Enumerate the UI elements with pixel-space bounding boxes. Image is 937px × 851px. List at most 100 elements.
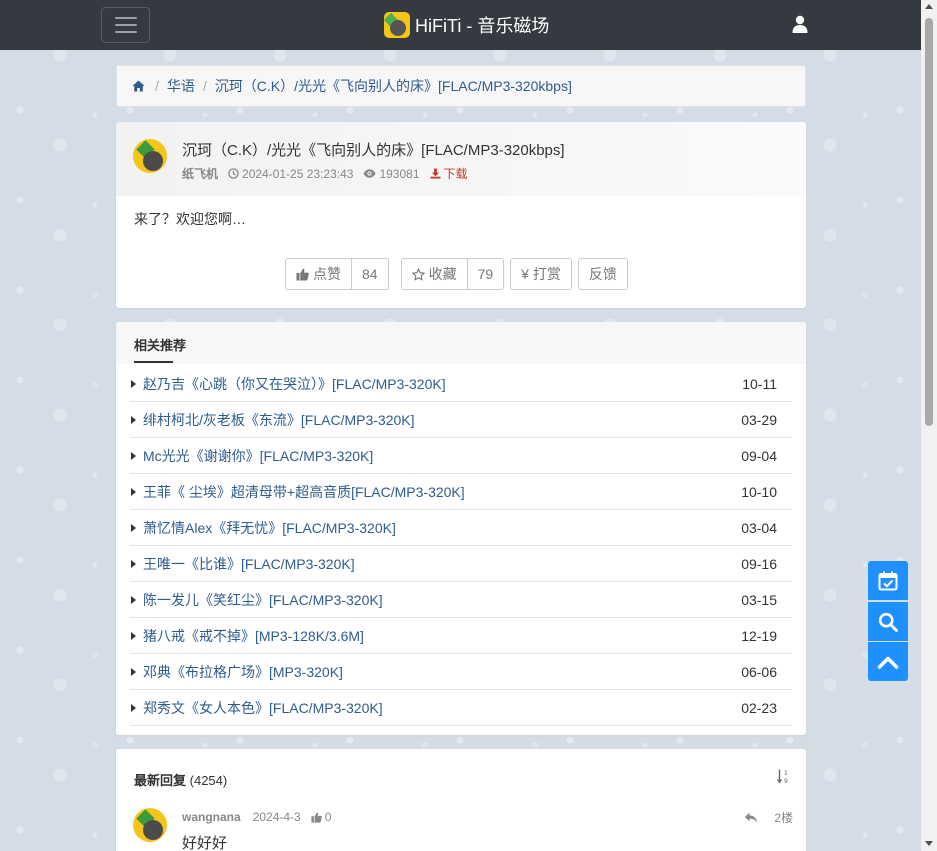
caret-right-icon [131, 487, 136, 496]
thread-title: 沉珂（C.K）/光光《飞向别人的床》[FLAC/MP3-320kbps] [182, 142, 565, 159]
list-item[interactable]: 绯村柯北/灰老板《东流》[FLAC/MP3-320K] 03-29 [130, 402, 792, 438]
like-button[interactable]: 点赞 84 [285, 258, 389, 290]
download-icon [429, 168, 441, 179]
thumbs-up-icon [296, 268, 309, 280]
related-date: 03-29 [741, 411, 777, 428]
caret-right-icon [131, 379, 136, 388]
clock-icon [228, 168, 239, 179]
favorite-button[interactable]: 收藏 79 [400, 258, 505, 290]
feedback-label: 反馈 [588, 266, 617, 282]
author-avatar[interactable] [133, 139, 167, 173]
caret-right-icon [131, 595, 136, 604]
home-icon[interactable] [132, 80, 145, 92]
related-date: 10-11 [742, 375, 777, 392]
list-item[interactable]: 王菲《 尘埃》超清母带+超高音质[FLAC/MP3-320K] 10-10 [130, 474, 792, 510]
reply-text: 好好好 [182, 835, 228, 851]
caret-right-icon [131, 523, 136, 532]
page-scrollbar[interactable] [921, 0, 937, 851]
thread-actions: 点赞 84 收藏 79 ¥ 打赏 反馈 [285, 258, 628, 290]
scroll-up-arrow-icon[interactable] [925, 4, 933, 9]
thread-card: 沉珂（C.K）/光光《飞向别人的床》[FLAC/MP3-320kbps] 纸飞机… [116, 122, 806, 308]
related-card: 相关推荐 赵乃吉《心跳（你又在哭泣）》[FLAC/MP3-320K] 10-11 … [116, 322, 806, 735]
reply-date: 2024-4-3 [252, 810, 301, 824]
reply-arrow-icon[interactable] [744, 812, 758, 824]
breadcrumb-separator: / [202, 78, 207, 94]
reply-avatar[interactable] [133, 808, 167, 842]
caret-right-icon [131, 667, 136, 676]
related-link[interactable]: 郑秀文《女人本色》[FLAC/MP3-320K] [143, 698, 383, 718]
hamburger-icon [114, 17, 137, 19]
download-label: 下载 [443, 167, 468, 181]
reply-username[interactable]: wangnana [182, 810, 241, 824]
replies-count: (4254) [189, 773, 228, 788]
sort-numeric-icon[interactable]: 1 9 [776, 769, 790, 785]
list-item[interactable]: 萧忆情Alex《拜无忧》[FLAC/MP3-320K] 03-04 [130, 510, 792, 546]
back-to-top-button[interactable] [868, 642, 908, 681]
top-navbar: HiFiTi - 音乐磁场 [0, 0, 921, 50]
list-item[interactable]: 猪八戒《戒不掉》[MP3-128K/3.6M] 12-19 [130, 618, 792, 654]
favorite-count: 79 [466, 259, 504, 289]
svg-text:9: 9 [784, 778, 788, 785]
breadcrumb-current-link[interactable]: 沉珂（C.K）/光光《飞向别人的床》[FLAC/MP3-320kbps] [215, 76, 572, 96]
search-button[interactable] [868, 602, 908, 641]
download-link[interactable]: 下载 [429, 165, 468, 182]
related-link[interactable]: 陈一发儿《笑红尘》[FLAC/MP3-320K] [143, 590, 383, 610]
thread-date: 2024-01-25 23:23:43 [228, 167, 353, 181]
list-item[interactable]: Mc光光《谢谢你》[FLAC/MP3-320K] 09-04 [130, 438, 792, 474]
menu-toggle-button[interactable] [101, 7, 150, 43]
list-item[interactable]: 郑秀文《女人本色》[FLAC/MP3-320K] 02-23 [130, 690, 792, 726]
scroll-down-arrow-icon[interactable] [925, 841, 933, 846]
site-brand-title: HiFiTi - 音乐磁场 [415, 16, 550, 36]
related-link[interactable]: 赵乃吉《心跳（你又在哭泣）》[FLAC/MP3-320K] [143, 374, 446, 394]
related-link[interactable]: 王菲《 尘埃》超清母带+超高音质[FLAC/MP3-320K] [143, 482, 465, 502]
related-link[interactable]: 萧忆情Alex《拜无忧》[FLAC/MP3-320K] [143, 518, 396, 538]
tip-button[interactable]: ¥ 打赏 [510, 258, 572, 290]
caret-right-icon [131, 631, 136, 640]
secondary-actions: 收藏 79 ¥ 打赏 反馈 [400, 258, 628, 290]
like-label-part[interactable]: 点赞 [286, 259, 351, 289]
thread-header: 沉珂（C.K）/光光《飞向别人的床》[FLAC/MP3-320kbps] 纸飞机… [116, 122, 806, 196]
related-link[interactable]: 绯村柯北/灰老板《东流》[FLAC/MP3-320K] [143, 410, 415, 430]
user-icon[interactable] [792, 15, 808, 33]
calendar-check-icon [878, 571, 898, 590]
related-date: 12-19 [741, 627, 777, 644]
related-date: 10-10 [741, 483, 777, 500]
breadcrumb-category-link[interactable]: 华语 [167, 76, 195, 96]
thread-view-count: 193081 [379, 166, 420, 181]
chevron-up-icon [877, 656, 899, 669]
reply-like-count: 0 [324, 810, 332, 824]
list-item[interactable]: 陈一发儿《笑红尘》[FLAC/MP3-320K] 03-15 [130, 582, 792, 618]
site-brand-link[interactable]: HiFiTi - 音乐磁场 [384, 11, 549, 39]
caret-right-icon [131, 559, 136, 568]
related-link[interactable]: Mc光光《谢谢你》[FLAC/MP3-320K] [143, 446, 373, 466]
list-item[interactable]: 赵乃吉《心跳（你又在哭泣）》[FLAC/MP3-320K] 10-11 [130, 366, 792, 402]
tip-label: ¥ 打赏 [521, 266, 561, 282]
related-title-underline [134, 361, 173, 363]
checkin-button[interactable] [868, 561, 908, 600]
hamburger-icon [114, 24, 137, 26]
related-date: 02-23 [741, 699, 777, 716]
thread-datetime: 2024-01-25 23:23:43 [242, 166, 354, 181]
related-link[interactable]: 王唯一《比谁》[FLAC/MP3-320K] [143, 554, 355, 574]
replies-title-text: 最新回复 [134, 773, 187, 788]
hamburger-icon [114, 31, 137, 33]
feedback-button[interactable]: 反馈 [577, 258, 628, 290]
related-link[interactable]: 邓典《布拉格广场》[MP3-320K] [143, 662, 343, 682]
related-link[interactable]: 猪八戒《戒不掉》[MP3-128K/3.6M] [143, 626, 364, 646]
thumbs-up-icon[interactable] [311, 812, 322, 823]
reply-actions: 2楼 [744, 809, 793, 826]
thread-meta: 纸飞机 2024-01-25 23:23:43 193081 下载 [182, 165, 478, 182]
thread-author-link[interactable]: 纸飞机 [182, 165, 218, 182]
scrollbar-thumb[interactable] [925, 18, 933, 426]
thread-body-text: 来了？欢迎您啊… [134, 211, 246, 227]
reply-meta: wangnana 2024-4-3 0 [182, 810, 331, 824]
svg-text:1: 1 [784, 770, 788, 777]
related-date: 03-15 [741, 591, 777, 608]
related-date: 09-04 [741, 447, 777, 464]
favorite-label-part[interactable]: 收藏 [402, 259, 467, 289]
list-item[interactable]: 王唯一《比谁》[FLAC/MP3-320K] 09-16 [130, 546, 792, 582]
related-list: 赵乃吉《心跳（你又在哭泣）》[FLAC/MP3-320K] 10-11 绯村柯北/… [130, 366, 792, 726]
list-item[interactable]: 邓典《布拉格广场》[MP3-320K] 06-06 [130, 654, 792, 690]
replies-card: 最新回复 (4254) 1 9 wangnana 2024-4-3 0 2楼 好… [116, 749, 806, 851]
reply-floor: 2楼 [774, 811, 793, 825]
